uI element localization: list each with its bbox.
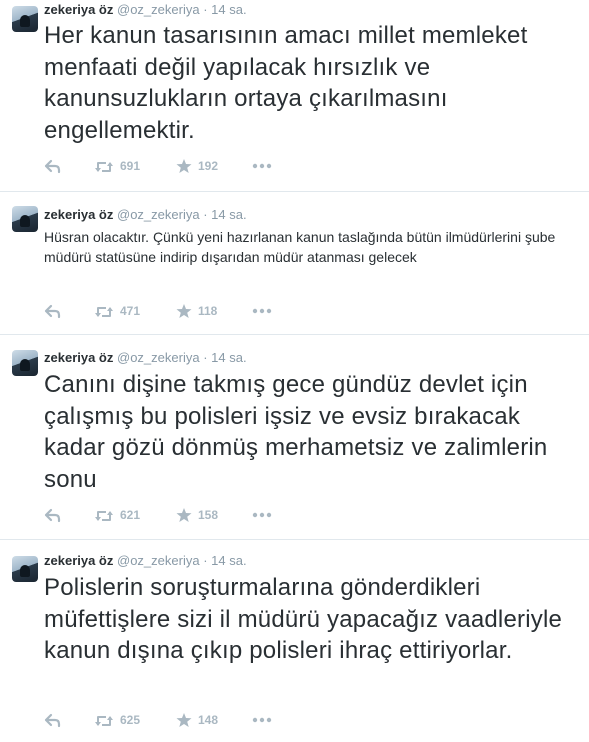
tweet[interactable]: zekeriya öz @oz_zekeriya · 14 sa. Her ka… <box>0 0 589 192</box>
author-name[interactable]: zekeriya öz <box>44 350 113 365</box>
star-icon <box>176 304 192 318</box>
separator: · <box>203 207 208 222</box>
retweet-count: 621 <box>120 508 141 522</box>
more-icon <box>252 512 272 518</box>
avatar[interactable] <box>12 556 38 582</box>
favorite-button[interactable]: 158 <box>176 507 218 523</box>
tweet-text: Canını dişine takmış gece gündüz devlet … <box>44 371 548 493</box>
author-handle[interactable]: @oz_zekeriya <box>117 553 200 568</box>
star-icon <box>176 713 192 727</box>
star-icon <box>176 508 192 522</box>
reply-icon <box>44 713 61 728</box>
retweet-button[interactable]: 471 <box>94 303 140 319</box>
avatar[interactable] <box>12 6 38 32</box>
more-icon <box>252 308 272 314</box>
favorite-button[interactable]: 192 <box>176 158 218 174</box>
separator: · <box>203 553 208 568</box>
more-button[interactable] <box>252 162 272 170</box>
tweet-text: Polislerin soruşturmalarına gönderdikler… <box>44 574 563 664</box>
reply-button[interactable] <box>44 303 61 319</box>
timestamp[interactable]: 14 sa. <box>211 207 246 222</box>
author-handle[interactable]: @oz_zekeriya <box>117 2 200 17</box>
timestamp[interactable]: 14 sa. <box>211 350 246 365</box>
retweet-button[interactable]: 621 <box>94 507 140 523</box>
more-icon <box>252 163 272 169</box>
reply-button[interactable] <box>44 158 61 174</box>
author-handle[interactable]: @oz_zekeriya <box>117 350 200 365</box>
timestamp[interactable]: 14 sa. <box>211 2 246 17</box>
retweet-button[interactable]: 691 <box>94 158 140 174</box>
author-name[interactable]: zekeriya öz <box>44 207 113 222</box>
retweet-icon <box>94 510 114 522</box>
reply-icon <box>44 159 61 174</box>
tweet-header: zekeriya öz @oz_zekeriya · 14 sa. <box>44 350 247 366</box>
tweet[interactable]: zekeriya öz @oz_zekeriya · 14 sa. Canını… <box>0 335 589 540</box>
more-button[interactable] <box>252 511 272 519</box>
reply-icon <box>44 304 61 319</box>
avatar[interactable] <box>12 350 38 376</box>
avatar[interactable] <box>12 206 38 232</box>
tweet-header: zekeriya öz @oz_zekeriya · 14 sa. <box>44 207 247 223</box>
author-name[interactable]: zekeriya öz <box>44 2 113 17</box>
favorite-count: 148 <box>198 713 219 727</box>
favorite-button[interactable]: 148 <box>176 712 218 728</box>
tweet-header: zekeriya öz @oz_zekeriya · 14 sa. <box>44 2 247 18</box>
tweet-text: Her kanun tasarısının amacı millet memle… <box>44 22 528 144</box>
retweet-button[interactable]: 625 <box>94 712 140 728</box>
retweet-count: 471 <box>120 304 141 318</box>
reply-button[interactable] <box>44 507 61 523</box>
more-button[interactable] <box>252 307 272 315</box>
reply-icon <box>44 508 61 523</box>
more-icon <box>252 717 272 723</box>
retweet-count: 625 <box>120 713 141 727</box>
reply-button[interactable] <box>44 712 61 728</box>
retweet-icon <box>94 715 114 727</box>
star-icon <box>176 159 192 173</box>
author-name[interactable]: zekeriya öz <box>44 553 113 568</box>
favorite-button[interactable]: 118 <box>176 303 217 319</box>
separator: · <box>203 2 208 17</box>
more-button[interactable] <box>252 716 272 724</box>
tweet-text: Hüsran olacaktır. Çünkü yeni hazırlanan … <box>44 229 556 265</box>
retweet-count: 691 <box>120 159 141 173</box>
tweet[interactable]: zekeriya öz @oz_zekeriya · 14 sa. Polisl… <box>0 540 589 742</box>
favorite-count: 118 <box>198 304 218 318</box>
tweet-header: zekeriya öz @oz_zekeriya · 14 sa. <box>44 553 247 569</box>
favorite-count: 192 <box>198 159 219 173</box>
favorite-count: 158 <box>198 508 219 522</box>
separator: · <box>203 350 208 365</box>
retweet-icon <box>94 161 114 173</box>
retweet-icon <box>94 306 114 318</box>
timestamp[interactable]: 14 sa. <box>211 553 246 568</box>
author-handle[interactable]: @oz_zekeriya <box>117 207 200 222</box>
tweet[interactable]: zekeriya öz @oz_zekeriya · 14 sa. Hüsran… <box>0 192 589 335</box>
